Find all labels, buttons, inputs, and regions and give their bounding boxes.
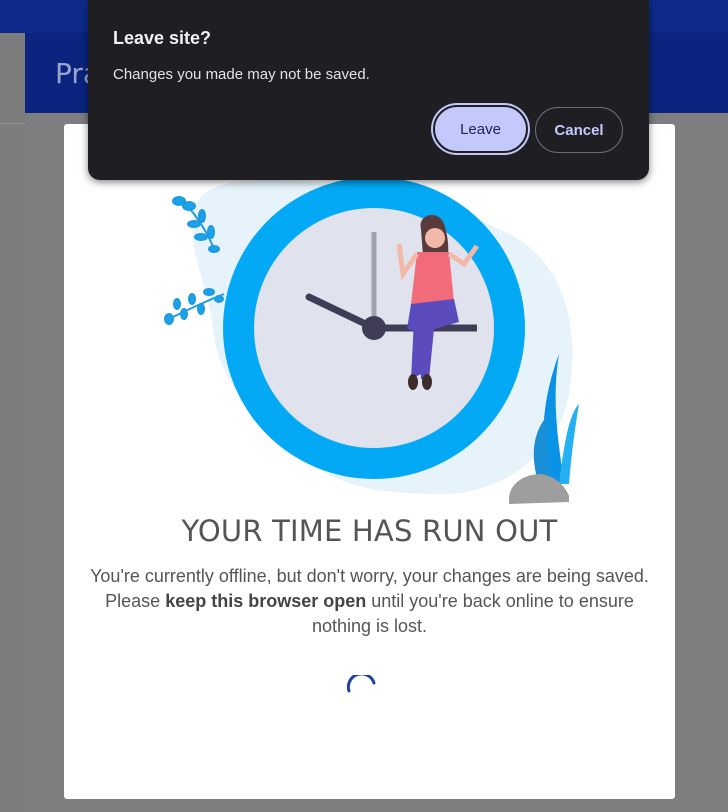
left-panel-divider [0,123,25,124]
dialog-title: Leave site? [113,28,212,48]
dialog-message: Changes you made may not be saved. [113,66,370,83]
offline-timeout-modal: YOUR TIME HAS RUN OUT You're currently o… [64,124,675,799]
loading-spinner-icon [346,675,376,693]
message-bold: keep this browser open [165,591,367,611]
modal-heading: YOUR TIME HAS RUN OUT [181,514,558,548]
leave-site-dialog: Leave site? Changes you made may not be … [88,0,649,180]
modal-message: You're currently offline, but don't worr… [84,564,655,639]
cancel-button[interactable]: Cancel [535,107,623,153]
left-panel [0,33,26,812]
leave-button[interactable]: Leave [433,105,528,153]
clock-illustration [164,177,579,504]
clock-center [362,316,386,340]
